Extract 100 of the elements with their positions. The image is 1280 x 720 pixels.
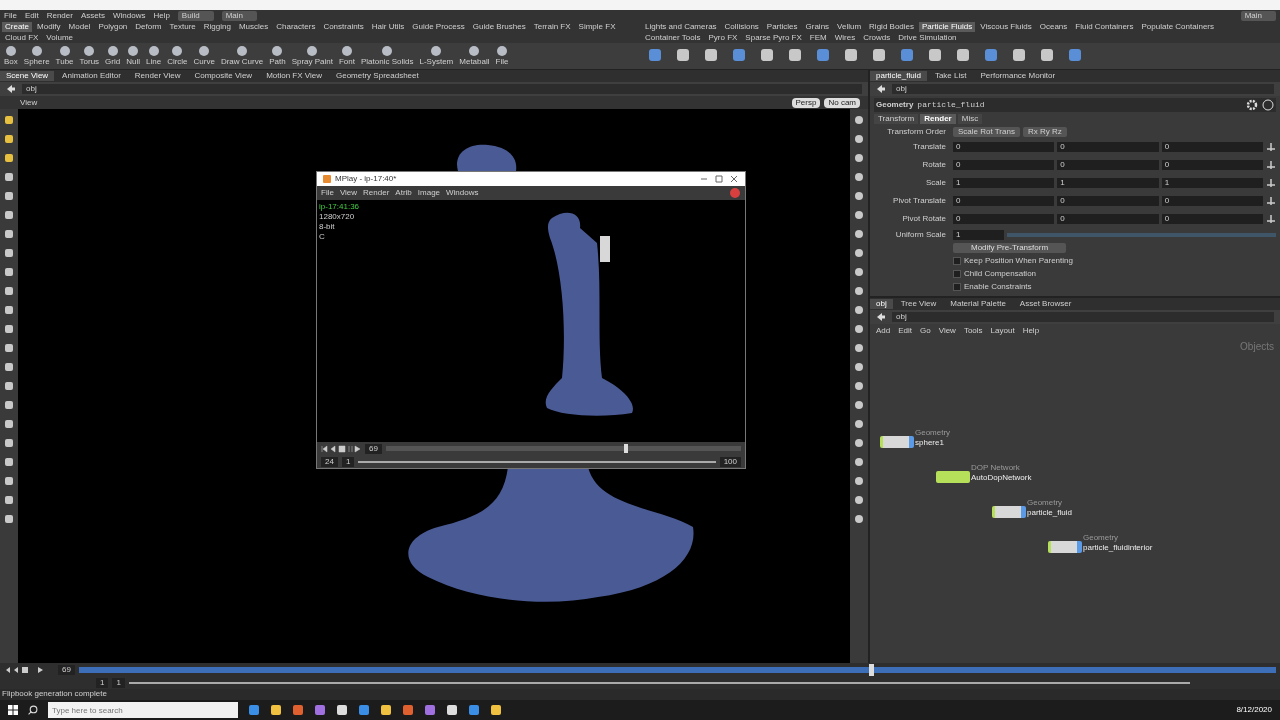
shelf-tab[interactable]: Viscous Fluids (977, 22, 1035, 32)
shelf-tab[interactable]: Polygon (95, 22, 131, 32)
shelf-tab[interactable]: Create (2, 22, 32, 32)
node-tile[interactable] (992, 506, 1026, 518)
desktop-dropdown[interactable]: Main (1240, 11, 1276, 21)
taskbar-app-icon[interactable] (380, 704, 392, 716)
shelf-tab[interactable]: Volume (43, 33, 77, 43)
node-tile[interactable] (880, 436, 914, 448)
handle-icon[interactable] (1266, 160, 1276, 170)
record-icon[interactable] (729, 187, 741, 199)
shelf-tab[interactable]: Particles (763, 22, 801, 32)
shelf-tool[interactable]: Draw Curve (220, 45, 264, 67)
shelf-tool[interactable]: Sphere (23, 45, 50, 67)
pane-tab[interactable]: Render View (128, 71, 187, 81)
shelf-tool[interactable]: Circle (167, 45, 188, 67)
value-field[interactable]: 0 (1161, 142, 1263, 152)
menu-item[interactable]: Layout (990, 326, 1015, 336)
pane-tab[interactable]: Motion FX View (260, 71, 328, 81)
shelf-tool[interactable]: Spray Paint (291, 45, 333, 67)
value-field[interactable]: 0 (1057, 214, 1159, 224)
pane-tab[interactable]: Tree View (894, 299, 943, 309)
shelf-tool[interactable]: Tube (55, 45, 74, 67)
pane-tab[interactable]: Material Palette (944, 299, 1012, 309)
taskbar-app-icon[interactable] (446, 704, 458, 716)
pane-tab[interactable]: Performance Monitor (974, 71, 1062, 81)
value-field[interactable]: 0 (953, 214, 1055, 224)
handle-icon[interactable] (1266, 142, 1276, 152)
shelf-tab[interactable]: Populate Containers (1138, 22, 1218, 32)
shelf-tab[interactable]: Rigging (200, 22, 234, 32)
shelf-tool[interactable]: Null (126, 45, 140, 67)
value-field[interactable]: 0 (1057, 142, 1159, 152)
pane-tab[interactable]: obj (870, 299, 893, 309)
camera-menu[interactable]: Persp (791, 97, 821, 108)
camera-menu[interactable]: No cam (824, 97, 860, 108)
path-field[interactable]: obj (22, 84, 862, 94)
help-icon[interactable] (1262, 99, 1274, 111)
menu-item[interactable]: Windows (112, 11, 146, 21)
shelf-tab[interactable]: Guide Brushes (469, 22, 529, 32)
menu-item[interactable]: View (938, 326, 956, 336)
value-field[interactable]: 1 (953, 229, 1004, 240)
start-frame-field[interactable]: 1 (96, 678, 109, 688)
taskbar-app-icon[interactable] (336, 704, 348, 716)
taskbar-app-icon[interactable] (490, 704, 502, 716)
back-arrow-icon[interactable] (876, 312, 886, 322)
menu-item[interactable]: Edit (24, 11, 39, 21)
desktop-dropdown[interactable]: Build (177, 11, 214, 21)
pane-tab[interactable]: Take List (928, 71, 973, 81)
menu-item[interactable]: File (321, 188, 334, 198)
back-arrow-icon[interactable] (876, 84, 886, 94)
shelf-tab[interactable]: Sparse Pyro FX (742, 33, 805, 43)
node-name[interactable]: particle_fluidinterior (1083, 543, 1153, 553)
shelf-tool[interactable]: Torus (79, 45, 100, 67)
pane-tab[interactable]: Scene View (0, 71, 55, 81)
taskbar-search-field[interactable]: Type here to search (48, 702, 238, 718)
end-frame-field[interactable]: 100 (719, 456, 741, 467)
shelf-tab[interactable]: Guide Process (409, 22, 468, 32)
parameter-tab[interactable]: Misc (957, 114, 983, 124)
shelf-tab[interactable]: Pyro FX (705, 33, 741, 43)
menu-item[interactable]: Windows (446, 188, 479, 198)
pane-tab[interactable]: Geometry Spreadsheet (330, 71, 425, 81)
shelf-tool[interactable]: L-System (419, 45, 454, 67)
shelf-tab[interactable]: Particle Fluids (919, 22, 976, 32)
value-field[interactable]: 0 (953, 160, 1055, 170)
menu-item[interactable]: Atrib (395, 188, 412, 198)
value-field[interactable]: 0 (953, 142, 1055, 152)
menu-item[interactable]: Image (417, 188, 441, 198)
viewport-label[interactable]: View (20, 97, 38, 108)
shelf-tab[interactable]: Hair Utils (368, 22, 408, 32)
shelf-tab[interactable]: Constraints (320, 22, 367, 32)
value-field[interactable]: 1 (1161, 178, 1263, 188)
shelf-tab[interactable]: Simple FX (575, 22, 619, 32)
shelf-tab[interactable]: Deform (132, 22, 165, 32)
menu-item[interactable]: Render (46, 11, 73, 21)
shelf-tab[interactable]: Muscles (235, 22, 272, 32)
windows-start-icon[interactable] (8, 705, 18, 715)
shelf-tab[interactable]: Terrain FX (530, 22, 574, 32)
menu-item[interactable]: Add (876, 326, 891, 336)
order-dropdown[interactable]: Scale Rot Trans (953, 126, 1020, 137)
pane-tab[interactable]: Animation Editor (56, 71, 127, 81)
taskbar-app-icon[interactable] (270, 704, 282, 716)
menu-item[interactable]: Tools (963, 326, 983, 336)
toolbar-dropdown[interactable]: Main (221, 11, 257, 21)
menu-item[interactable]: Help (1022, 326, 1040, 336)
shelf-tab[interactable]: Characters (273, 22, 319, 32)
node-tile[interactable] (936, 471, 970, 483)
node-name-field[interactable]: particle_fluid (917, 100, 1242, 110)
shelf-tab[interactable]: Drive Simulation (895, 33, 960, 43)
node-name[interactable]: AutoDopNetwork (971, 473, 1032, 483)
checkbox[interactable] (953, 282, 961, 291)
value-field[interactable]: 1 (953, 178, 1055, 188)
checkbox[interactable] (953, 256, 961, 265)
slider-fill[interactable] (1007, 232, 1276, 237)
shelf-tab[interactable]: Model (65, 22, 94, 32)
path-field[interactable]: obj (892, 312, 1274, 322)
order-dropdown[interactable]: Rx Ry Rz (1022, 126, 1067, 137)
shelf-tab[interactable]: Lights and Cameras (642, 22, 720, 32)
playback-controls-icon[interactable] (321, 444, 361, 453)
handle-icon[interactable] (1266, 214, 1276, 224)
shelf-tab[interactable]: Fluid Containers (1072, 22, 1137, 32)
shelf-tab[interactable]: Oceans (1036, 22, 1071, 32)
